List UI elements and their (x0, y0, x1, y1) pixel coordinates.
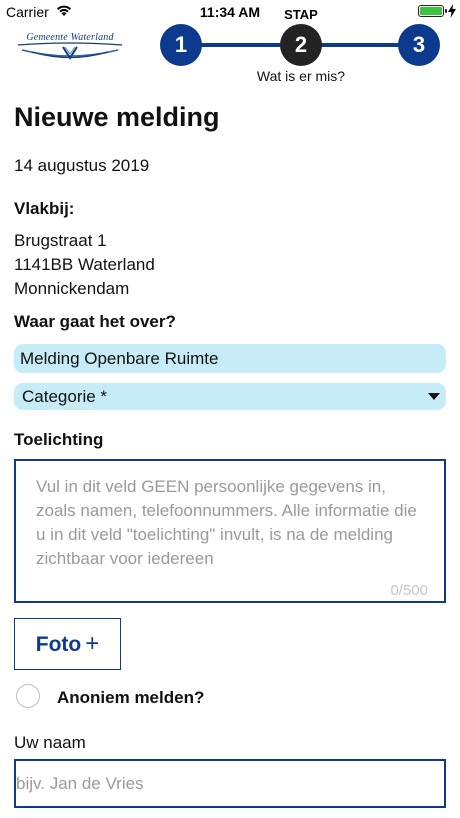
photo-button-label: Foto (35, 633, 82, 656)
step-2[interactable]: 2 (280, 24, 322, 66)
name-input[interactable] (14, 759, 446, 808)
step-1[interactable]: 1 (160, 24, 202, 66)
plus-icon: + (85, 630, 100, 657)
progress-stepper: STAP 1 2 3 Wat is er mis? (160, 4, 444, 84)
subject-value: Melding Openbare Ruimte (20, 349, 219, 368)
address-postcode: 1141BB Waterland (14, 255, 155, 274)
report-date: 14 augustus 2019 (14, 156, 150, 175)
charging-icon (448, 4, 456, 18)
municipality-logo: Gemeente Waterland (14, 28, 126, 64)
add-photo-button[interactable]: Foto + (14, 618, 121, 670)
page-title: Nieuwe melding (14, 102, 220, 132)
category-value: Categorie * (22, 387, 108, 406)
explanation-label: Toelichting (14, 430, 104, 449)
anonymous-radio[interactable] (16, 684, 40, 708)
anonymous-label: Anoniem melden? (57, 688, 205, 707)
explanation-field[interactable]: Vul in dit veld GEEN persoonlijke gegeve… (14, 459, 446, 603)
near-label: Vlakbij: (14, 199, 75, 218)
character-counter: 0/500 (390, 582, 428, 599)
step-caption: Wat is er mis? (256, 68, 346, 84)
step-label: STAP (284, 7, 318, 22)
subject-label: Waar gaat het over? (14, 312, 176, 331)
address-street: Brugstraat 1 (14, 231, 107, 250)
logo-emblem (17, 42, 123, 60)
category-select[interactable]: Categorie * (14, 383, 446, 410)
step-3[interactable]: 3 (398, 24, 440, 66)
explanation-placeholder: Vul in dit veld GEEN persoonlijke gegeve… (36, 477, 417, 568)
dropdown-arrow-icon (428, 393, 440, 400)
name-label: Uw naam (14, 733, 86, 752)
subject-select[interactable]: Melding Openbare Ruimte (14, 344, 446, 373)
address-city: Monnickendam (14, 279, 130, 298)
